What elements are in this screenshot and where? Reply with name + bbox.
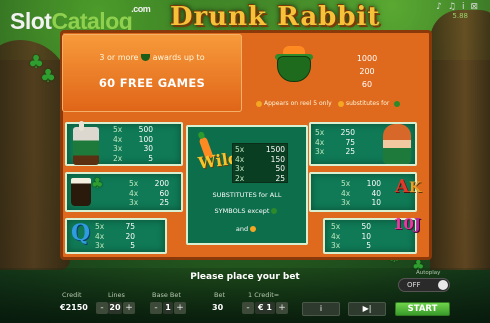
pot-icon [141, 54, 151, 61]
bet-value: 30 [212, 303, 224, 312]
beer-pays: 5x 200 4x 60 3x 25 [129, 179, 169, 207]
lines-label: Lines [108, 291, 125, 299]
ak-pays: 5x 100 4x 40 3x 10 [341, 179, 381, 207]
bonus-banner: 3 or more awards up to 60 FREE GAMES [62, 34, 242, 112]
autoplay-toggle[interactable]: OFF [398, 278, 450, 292]
lines-value: 20 [108, 302, 122, 314]
coin-icon [338, 100, 344, 107]
clover-icon: ♣ [91, 176, 104, 192]
toggle-knob [438, 280, 448, 290]
ace-king-symbol-icon: AK [395, 176, 422, 197]
version-label: 5.88 [452, 12, 468, 20]
reel5-note: Appears on reel 5 only [256, 100, 332, 107]
bonus-line1: 3 or more [99, 53, 139, 62]
ten-jack-symbol-icon: 10J [393, 215, 421, 233]
paytable-beer: ♣ 5x 200 4x 60 3x 25 [65, 172, 183, 212]
brand-suffix: .com [131, 4, 151, 14]
coin-plus-button[interactable]: + [276, 302, 288, 314]
info-icon[interactable]: i [462, 2, 465, 12]
coin-value: € 1 [255, 302, 275, 314]
scatter-pay: 1000 [356, 54, 378, 63]
coin-icon [256, 100, 262, 107]
skip-button[interactable]: ▶| [348, 302, 386, 316]
rabbit-symbol-icon [73, 121, 99, 165]
background-tree-right [430, 10, 490, 270]
paytable-girl: 5x 250 4x 75 3x 25 [309, 122, 417, 166]
rabbit-pays: 5x 500 4x 100 3x 30 2x 5 [113, 125, 153, 163]
sound-icon[interactable]: ♫ [448, 2, 456, 12]
coin-value-label: 1 Credit= [248, 291, 280, 299]
brand-part1: Slot [10, 8, 52, 34]
game-title-logo: Drunk Rabbit [170, 2, 381, 32]
paytable-wild: Wild 5x 1500 4x 150 3x 50 2x 25 SUBSTITUTES … [186, 125, 308, 245]
bonus-line: 3 or more awards up to [63, 53, 241, 62]
substitutes-note: substitutes for [338, 100, 402, 107]
wild-except-text: SYMBOLS except [188, 207, 306, 215]
wild-pays: 5x 1500 4x 150 3x 50 2x 25 [235, 145, 285, 183]
clover-icon: ♣ [40, 66, 57, 87]
lines-minus-button[interactable]: - [96, 302, 108, 314]
queen-symbol-icon: Q [71, 220, 91, 246]
coin-minus-button[interactable]: - [242, 302, 254, 314]
beer-symbol-icon [71, 178, 91, 206]
q-pays: 5x 75 4x 20 3x 5 [95, 222, 135, 250]
bonus-line1b: awards up to [152, 53, 205, 62]
clover-icon [394, 100, 401, 107]
paytable-ak: 5x 100 4x 40 3x 10 AK [309, 172, 421, 212]
base-bet-minus-button[interactable]: - [150, 302, 162, 314]
scatter-pay: 200 [359, 67, 375, 76]
close-icon[interactable]: ⊠ [470, 2, 478, 12]
base-bet-label: Base Bet [152, 291, 181, 299]
info-button[interactable]: i [302, 302, 340, 316]
coin-icon [250, 226, 257, 232]
base-bet-plus-button[interactable]: + [174, 302, 186, 314]
scatter-pays: 1000 200 60 [352, 52, 382, 91]
girl-pays: 5x 250 4x 75 3x 25 [315, 128, 355, 156]
base-bet-value: 1 [163, 302, 173, 314]
10j-pays: 5x 50 4x 10 3x 5 [331, 222, 371, 250]
pot-of-carrots-icon [273, 44, 315, 84]
top-icons: ♪ ♫ i ⊠ [436, 2, 478, 12]
wild-and-text: and [188, 225, 306, 233]
paytable-10j: 5x 50 4x 10 3x 5 10J [323, 215, 421, 254]
scatter-pay: 60 [361, 80, 373, 89]
autoplay-label: Autoplay [416, 270, 441, 276]
free-games-text: 60 FREE GAMES [98, 76, 206, 90]
clover-icon [271, 208, 278, 214]
paytable-rabbit: 5x 500 4x 100 3x 30 2x 5 [65, 121, 183, 166]
wild-substitutes-text: SUBSTITUTES for ALL [212, 191, 282, 199]
start-button[interactable]: START [395, 302, 450, 316]
music-icon[interactable]: ♪ [436, 2, 442, 12]
bet-label: Bet [214, 291, 226, 299]
girl-symbol-icon [383, 124, 411, 164]
credit-value: €2150 [60, 303, 88, 312]
autoplay-state: OFF [407, 281, 421, 289]
credit-label: Credit [62, 291, 82, 299]
paytable-q: Q 5x 75 4x 20 3x 5 [65, 218, 167, 254]
lines-plus-button[interactable]: + [123, 302, 135, 314]
